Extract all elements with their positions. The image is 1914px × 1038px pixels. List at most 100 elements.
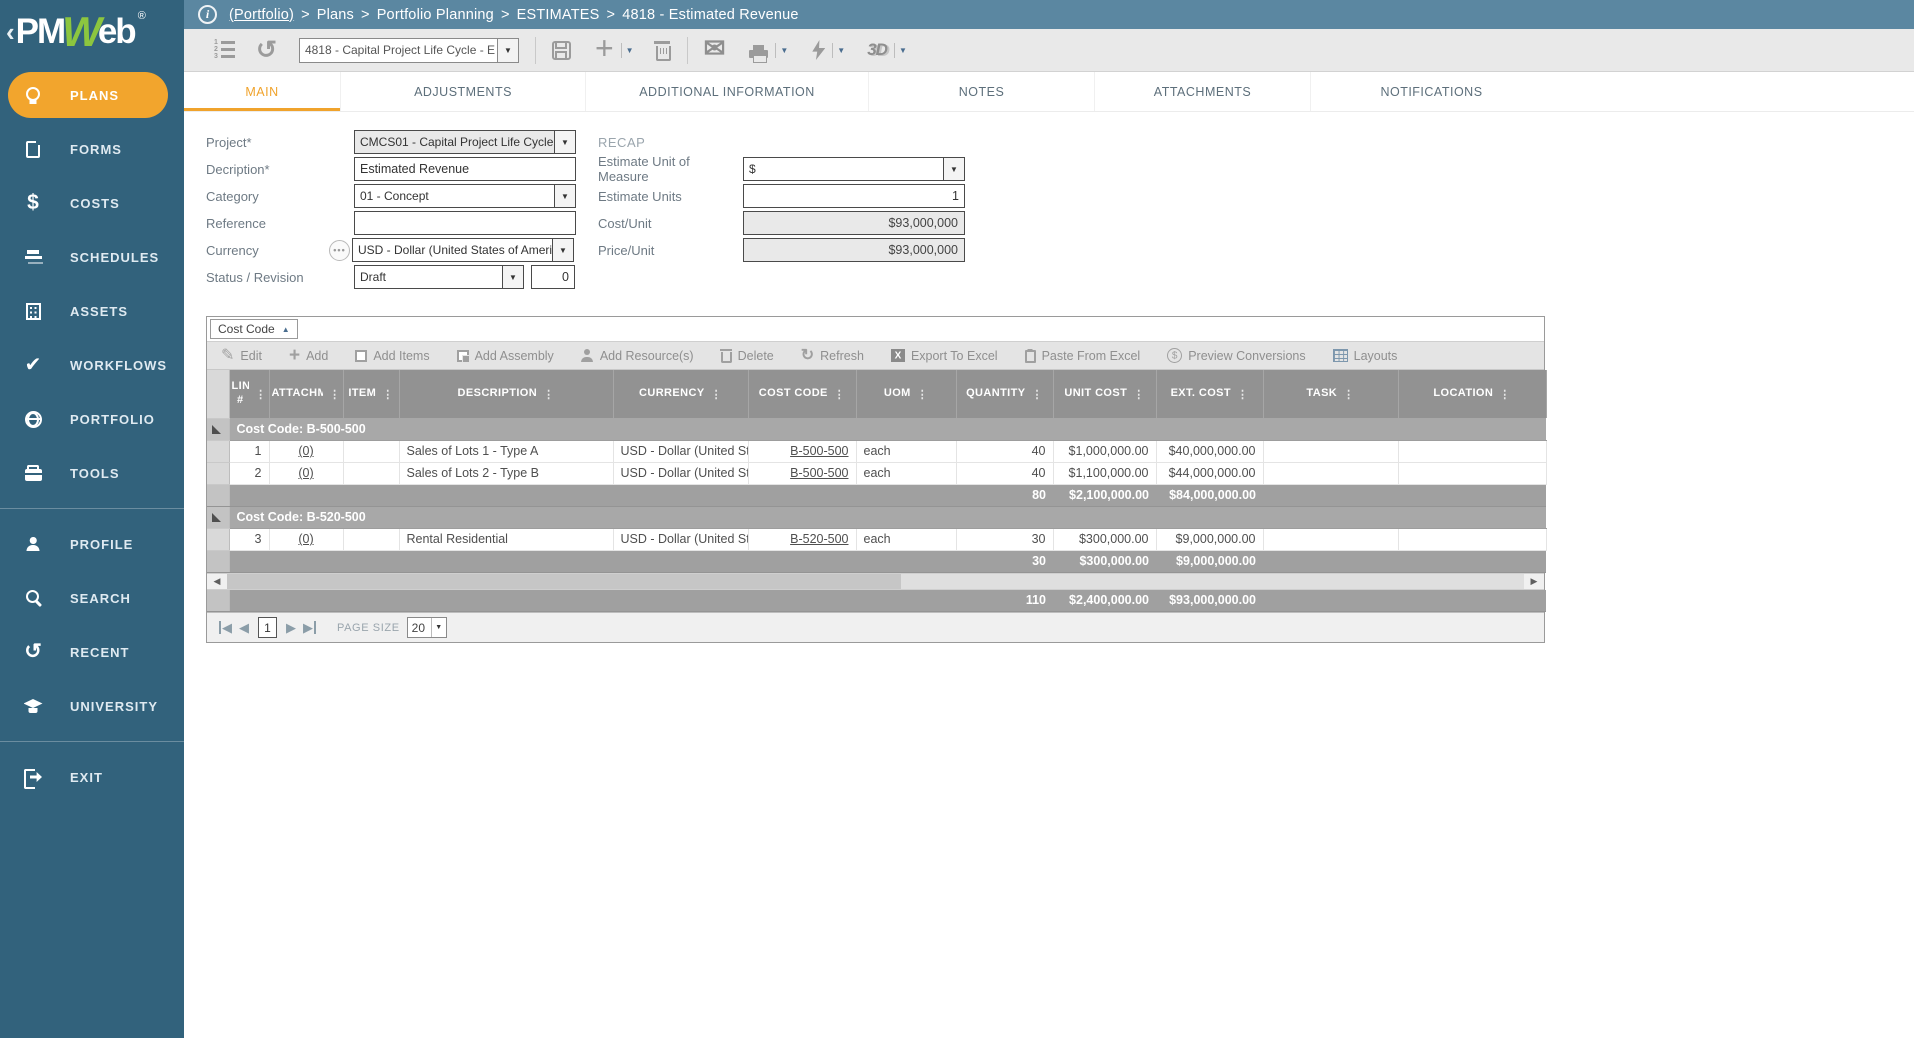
tab-attachments[interactable]: ATTACHMENTS	[1094, 72, 1310, 111]
column-menu-icon[interactable]: ⋮	[1133, 388, 1144, 401]
record-selector-dropdown[interactable]: 4818 - Capital Project Life Cycle - E ▼	[299, 38, 519, 63]
column-header-location[interactable]: LOCATION⋮	[1398, 370, 1546, 418]
delete-button[interactable]: Delete	[721, 348, 774, 363]
row-handle[interactable]	[207, 462, 229, 484]
tab-adjustments[interactable]: ADJUSTMENTS	[340, 72, 585, 111]
column-menu-icon[interactable]: ⋮	[1499, 388, 1510, 401]
group-header-row[interactable]: Cost Code: B-500-500	[207, 418, 1546, 440]
column-header-currency[interactable]: CURRENCY⋮	[613, 370, 748, 418]
group-header-row[interactable]: Cost Code: B-520-500	[207, 506, 1546, 528]
sidebar-item-costs[interactable]: COSTS	[0, 176, 184, 230]
print-button[interactable]	[749, 42, 768, 58]
paste-excel-button[interactable]: Paste From Excel	[1025, 348, 1141, 363]
estimate-uom-select[interactable]: $ ▼	[743, 157, 965, 181]
cost_code-link[interactable]: B-520-500	[790, 532, 848, 546]
add-items-button[interactable]: Add Items	[355, 349, 429, 363]
refresh-button[interactable]: Refresh	[801, 348, 864, 364]
table-row[interactable]: 2(0)Sales of Lots 2 - Type BUSD - Dollar…	[207, 462, 1546, 484]
chevron-down-icon[interactable]: ▼	[943, 158, 964, 180]
sidebar-item-plans[interactable]: PLANS	[8, 72, 168, 118]
cost_code-link[interactable]: B-500-500	[790, 466, 848, 480]
tab-notifications[interactable]: NOTIFICATIONS	[1310, 72, 1552, 111]
add-button[interactable]: Add	[289, 348, 328, 364]
scrollbar-track[interactable]	[227, 574, 1524, 589]
last-page-button[interactable]: ▶	[303, 621, 316, 634]
preview-conversions-button[interactable]: Preview Conversions	[1167, 348, 1305, 363]
chevron-down-icon[interactable]: ▼	[554, 131, 575, 153]
column-menu-icon[interactable]: ⋮	[382, 388, 393, 401]
chevron-down-icon[interactable]: ▼	[431, 618, 446, 637]
column-menu-icon[interactable]: ⋮	[1032, 388, 1043, 401]
chevron-down-icon[interactable]: ▼	[497, 39, 518, 62]
sidebar-item-university[interactable]: UNIVERSITY	[0, 679, 184, 733]
sidebar-item-schedules[interactable]: SCHEDULES	[0, 230, 184, 284]
column-header-quantity[interactable]: QUANTITY⋮	[956, 370, 1053, 418]
column-header-unit_cost[interactable]: UNIT COST⋮	[1053, 370, 1156, 418]
previous-page-button[interactable]: ◀	[239, 621, 249, 634]
edit-button[interactable]: Edit	[221, 348, 262, 364]
attachment-link[interactable]: (0)	[298, 466, 313, 480]
description-input[interactable]	[354, 157, 576, 181]
column-menu-icon[interactable]: ⋮	[711, 388, 722, 401]
layouts-button[interactable]: Layouts	[1333, 349, 1398, 363]
sidebar-item-tools[interactable]: TOOLS	[0, 446, 184, 500]
revision-input[interactable]	[531, 265, 575, 289]
attachment-link[interactable]: (0)	[298, 532, 313, 546]
info-icon[interactable]: i	[198, 5, 217, 24]
add-assembly-button[interactable]: Add Assembly	[457, 349, 554, 363]
group-collapse-icon[interactable]	[207, 418, 229, 440]
sidebar-item-exit[interactable]: EXIT	[0, 750, 184, 804]
email-button[interactable]	[704, 38, 726, 62]
scroll-right-arrow-icon[interactable]: ▶	[1524, 576, 1544, 587]
sidebar-item-recent[interactable]: RECENT	[0, 625, 184, 679]
bim-3d-button[interactable]	[867, 40, 887, 60]
sidebar-item-workflows[interactable]: WORKFLOWS	[0, 338, 184, 392]
page-size-select[interactable]: 20 ▼	[407, 617, 447, 638]
delete-record-button[interactable]	[656, 40, 671, 61]
column-menu-icon[interactable]: ⋮	[1343, 388, 1354, 401]
column-menu-icon[interactable]: ⋮	[329, 388, 340, 401]
add-record-button[interactable]	[595, 36, 614, 64]
column-header-description[interactable]: DESCRIPTION⋮	[399, 370, 613, 418]
row-handle[interactable]	[207, 528, 229, 550]
export-excel-button[interactable]: Export To Excel	[891, 349, 998, 363]
tab-main[interactable]: MAIN	[184, 72, 340, 111]
sidebar-item-profile[interactable]: PROFILE	[0, 517, 184, 571]
column-header-line[interactable]: LINE #⋮	[229, 370, 269, 418]
next-page-button[interactable]: ▶	[286, 621, 296, 634]
save-button[interactable]	[552, 41, 571, 60]
breadcrumb-portfolio-link[interactable]: (Portfolio)	[229, 7, 294, 23]
records-list-button[interactable]: 123	[214, 41, 236, 59]
chevron-down-icon[interactable]: ▼	[552, 239, 573, 261]
first-page-button[interactable]: ◀	[219, 621, 232, 634]
pmweb-logo[interactable]: ‹PMWeb®	[0, 0, 184, 64]
column-menu-icon[interactable]: ⋮	[255, 388, 266, 401]
category-select[interactable]: 01 - Concept ▼	[354, 184, 576, 208]
column-header-task[interactable]: TASK⋮	[1263, 370, 1398, 418]
group-by-cost-code-chip[interactable]: Cost Code ▲	[210, 319, 298, 339]
column-header-uom[interactable]: UOM⋮	[856, 370, 956, 418]
currency-select[interactable]: USD - Dollar (United States of America) …	[352, 238, 574, 262]
table-row[interactable]: 3(0)Rental ResidentialUSD - Dollar (Unit…	[207, 528, 1546, 550]
sidebar-item-search[interactable]: SEARCH	[0, 571, 184, 625]
add-menu-caret-icon[interactable]: ▼	[626, 46, 634, 55]
column-header-attachment[interactable]: ATTACHMENT⋮	[269, 370, 343, 418]
workflow-actions-button[interactable]	[812, 40, 825, 60]
current-page-box[interactable]: 1	[258, 617, 277, 638]
column-header-item[interactable]: ITEM⋮	[343, 370, 399, 418]
cost_code-link[interactable]: B-500-500	[790, 444, 848, 458]
column-menu-icon[interactable]: ⋮	[1237, 388, 1248, 401]
reference-input[interactable]	[354, 211, 576, 235]
print-menu-caret-icon[interactable]: ▼	[780, 46, 788, 55]
project-select[interactable]: CMCS01 - Capital Project Life Cycle ▼	[354, 130, 576, 154]
group-collapse-icon[interactable]	[207, 506, 229, 528]
column-menu-icon[interactable]: ⋮	[543, 388, 554, 401]
column-menu-icon[interactable]: ⋮	[834, 388, 845, 401]
history-button[interactable]	[256, 38, 277, 63]
column-header-ext_cost[interactable]: EXT. COST⋮	[1156, 370, 1263, 418]
scroll-left-arrow-icon[interactable]: ◀	[207, 576, 227, 587]
chevron-down-icon[interactable]: ▼	[554, 185, 575, 207]
sidebar-item-forms[interactable]: FORMS	[0, 122, 184, 176]
estimate-units-input[interactable]	[743, 184, 965, 208]
row-handle[interactable]	[207, 440, 229, 462]
